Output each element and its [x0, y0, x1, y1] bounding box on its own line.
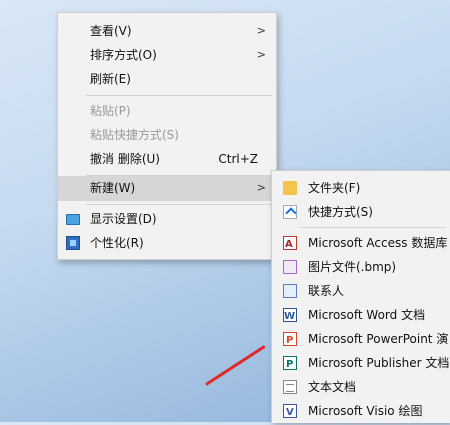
- word-icon: [283, 305, 297, 329]
- menu-separator: [86, 95, 272, 96]
- submenu-item-shortcut[interactable]: 快捷方式(S): [272, 200, 450, 224]
- menu-item-view[interactable]: 查看(V) >: [58, 19, 276, 43]
- submenu-item-text-document[interactable]: 文本文档: [272, 375, 450, 399]
- submenu-item-label: 文件夹(F): [308, 181, 361, 195]
- visio-icon: [283, 401, 297, 425]
- submenu-item-label: Microsoft PowerPoint 演: [308, 332, 449, 346]
- submenu-item-label: 快捷方式(S): [308, 205, 373, 219]
- menu-item-label: 刷新(E): [90, 72, 131, 86]
- publisher-icon: [283, 353, 297, 377]
- menu-item-label: 粘贴(P): [90, 104, 131, 118]
- submenu-item-publisher[interactable]: Microsoft Publisher 文档: [272, 351, 450, 377]
- menu-item-paste: 粘贴(P): [58, 99, 276, 123]
- submenu-item-label: 图片文件(.bmp): [308, 260, 397, 274]
- personalize-icon: [66, 236, 80, 250]
- menu-item-label: 查看(V): [90, 24, 132, 38]
- access-icon: [283, 233, 297, 257]
- new-submenu: 文件夹(F) 快捷方式(S) Microsoft Access 数据库 图片文件…: [271, 170, 450, 425]
- submenu-item-label: Microsoft Access 数据库: [308, 236, 448, 250]
- chevron-right-icon: >: [256, 181, 266, 194]
- submenu-item-word-document[interactable]: Microsoft Word 文档: [272, 303, 450, 329]
- menu-item-display-settings[interactable]: 显示设置(D): [58, 207, 276, 231]
- menu-item-label: 粘贴快捷方式(S): [90, 128, 179, 142]
- annotation-arrow: [205, 345, 266, 386]
- submenu-item-powerpoint[interactable]: Microsoft PowerPoint 演: [272, 327, 450, 353]
- menu-item-new[interactable]: 新建(W) >: [58, 176, 276, 201]
- submenu-item-label: Microsoft Word 文档: [308, 308, 426, 322]
- submenu-item-label: 文本文档: [308, 380, 357, 394]
- shortcut-label: Ctrl+Z: [218, 152, 258, 166]
- menu-item-label: 个性化(R): [90, 236, 144, 250]
- menu-item-refresh[interactable]: 刷新(E): [58, 67, 276, 91]
- submenu-item-label: Microsoft Visio 绘图: [308, 404, 423, 418]
- submenu-item-folder[interactable]: 文件夹(F): [272, 176, 450, 200]
- bitmap-icon: [283, 260, 297, 274]
- contact-icon: [283, 284, 297, 298]
- chevron-right-icon: >: [256, 48, 266, 61]
- folder-icon: [283, 181, 297, 195]
- menu-item-paste-shortcut: 粘贴快捷方式(S): [58, 123, 276, 147]
- submenu-item-visio[interactable]: Microsoft Visio 绘图: [272, 399, 450, 425]
- menu-item-label: 撤消 删除(U): [90, 152, 160, 166]
- desktop-context-menu: 查看(V) > 排序方式(O) > 刷新(E) 粘贴(P) 粘贴快捷方式(S) …: [57, 12, 277, 260]
- submenu-item-label: Microsoft Publisher 文档: [308, 356, 450, 370]
- chevron-right-icon: >: [256, 24, 266, 37]
- menu-item-personalize[interactable]: 个性化(R): [58, 231, 276, 255]
- menu-item-label: 排序方式(O): [90, 48, 157, 62]
- menu-separator: [86, 204, 272, 205]
- text-document-icon: [283, 380, 297, 394]
- shortcut-icon: [283, 205, 297, 219]
- submenu-item-contact[interactable]: 联系人: [272, 279, 450, 303]
- menu-item-sort-by[interactable]: 排序方式(O) >: [58, 43, 276, 67]
- submenu-item-bitmap[interactable]: 图片文件(.bmp): [272, 255, 450, 279]
- menu-item-label: 新建(W): [90, 181, 136, 195]
- menu-separator: [300, 227, 446, 228]
- submenu-item-label: 联系人: [308, 284, 345, 298]
- menu-item-undo-delete[interactable]: 撤消 删除(U) Ctrl+Z: [58, 147, 276, 171]
- display-icon: [66, 214, 80, 225]
- powerpoint-icon: [283, 329, 297, 353]
- submenu-item-access-database[interactable]: Microsoft Access 数据库: [272, 231, 450, 257]
- menu-item-label: 显示设置(D): [90, 212, 157, 226]
